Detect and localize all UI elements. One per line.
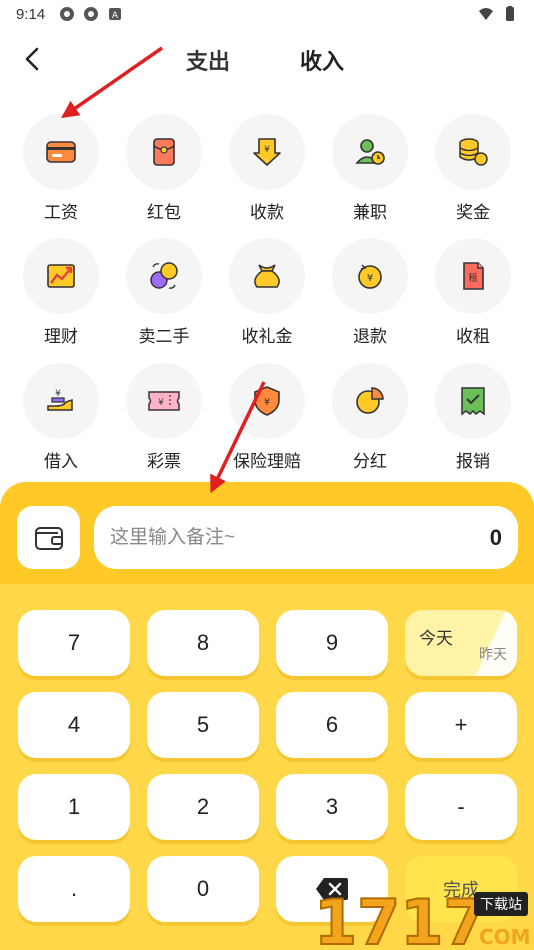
tab-income-label: 收入 — [300, 49, 345, 74]
insurance-shield-icon: ¥ — [254, 386, 280, 416]
category-receive-payment[interactable]: ¥ 收款 — [217, 114, 317, 223]
svg-text:¥: ¥ — [367, 273, 373, 284]
key-2[interactable]: 2 — [147, 774, 259, 840]
tab-expense[interactable]: 支出 — [186, 44, 230, 76]
category-refund[interactable]: ¥ 退款 — [320, 238, 420, 347]
key-9[interactable]: 9 — [276, 610, 388, 676]
dividend-pie-icon — [356, 387, 384, 414]
key-6[interactable]: 6 — [276, 692, 388, 758]
key-0[interactable]: 0 — [147, 856, 259, 922]
note-box: 0 — [94, 506, 518, 569]
key-4[interactable]: 4 — [18, 692, 130, 758]
coins-icon — [459, 138, 488, 166]
second-hand-icon — [150, 262, 178, 289]
category-bonus[interactable]: 奖金 — [423, 114, 523, 223]
category-lottery[interactable]: ¥ 彩票 — [114, 363, 214, 472]
svg-text:¥: ¥ — [264, 397, 270, 408]
header: 支出 收入 — [0, 36, 534, 84]
wallet-icon — [34, 526, 63, 550]
amount-display: 0 — [489, 524, 502, 550]
date-toggle-button[interactable]: 今天 昨天 — [405, 610, 517, 676]
back-button[interactable] — [18, 44, 48, 74]
backspace-icon — [316, 878, 348, 900]
category-red-envelope[interactable]: 红包 — [114, 114, 214, 223]
key-minus[interactable]: - — [405, 774, 517, 840]
category-dividend[interactable]: 分红 — [320, 363, 420, 472]
key-1[interactable]: 1 — [18, 774, 130, 840]
category-salary[interactable]: 工资 — [11, 114, 111, 223]
app-notification-icon — [84, 7, 99, 21]
account-select-button[interactable] — [17, 506, 80, 569]
tab-income[interactable]: 收入 — [300, 44, 345, 76]
key-dot[interactable]: . — [18, 856, 130, 922]
status-bar: 9:14 A — [0, 0, 534, 28]
card-icon — [46, 141, 76, 163]
battery-icon — [506, 6, 514, 21]
category-reimburse[interactable]: 报销 — [423, 363, 523, 472]
today-label: 今天 — [419, 629, 453, 648]
category-borrow[interactable]: ¥ 借入 — [11, 363, 111, 472]
key-3[interactable]: 3 — [276, 774, 388, 840]
note-input[interactable] — [110, 526, 490, 549]
category-insurance-claim[interactable]: ¥ 保险理赔 — [217, 363, 317, 472]
chevron-left-icon — [25, 47, 39, 71]
gift-money-bag-icon — [254, 264, 280, 288]
key-5[interactable]: 5 — [147, 692, 259, 758]
category-gift-money[interactable]: 收礼金 — [217, 238, 317, 347]
yesterday-label: 昨天 — [479, 646, 507, 662]
category-part-time[interactable]: 兼职 — [320, 114, 420, 223]
reimburse-icon — [461, 387, 485, 416]
borrow-icon: ¥ — [47, 389, 73, 411]
part-time-icon — [355, 139, 385, 165]
category-investment[interactable]: 理财 — [11, 238, 111, 347]
key-7[interactable]: 7 — [18, 610, 130, 676]
svg-text:A: A — [112, 11, 119, 21]
receive-money-icon: ¥ — [253, 138, 281, 166]
rent-icon: 租 — [463, 262, 484, 290]
svg-text:¥: ¥ — [264, 145, 270, 155]
lottery-ticket-icon: ¥ — [148, 391, 180, 411]
key-8[interactable]: 8 — [147, 610, 259, 676]
input-panel: 0 7 8 9 今天 昨天 4 5 6 + 1 2 3 - . 0 完成 — [0, 482, 534, 950]
svg-text:租: 租 — [468, 273, 477, 284]
notification-a-icon: A — [109, 8, 122, 21]
refund-icon: ¥ — [358, 264, 382, 289]
done-button[interactable]: 完成 — [405, 856, 517, 922]
app-notification-icon — [60, 7, 75, 21]
svg-text:¥: ¥ — [158, 398, 164, 408]
investment-icon — [47, 264, 75, 288]
key-backspace[interactable] — [276, 856, 388, 922]
red-envelope-icon — [153, 138, 175, 166]
category-rent[interactable]: 租 收租 — [423, 238, 523, 347]
wifi-icon — [479, 8, 493, 20]
category-second-hand[interactable]: 卖二手 — [114, 238, 214, 347]
status-time: 9:14 — [16, 5, 46, 23]
key-plus[interactable]: + — [405, 692, 517, 758]
